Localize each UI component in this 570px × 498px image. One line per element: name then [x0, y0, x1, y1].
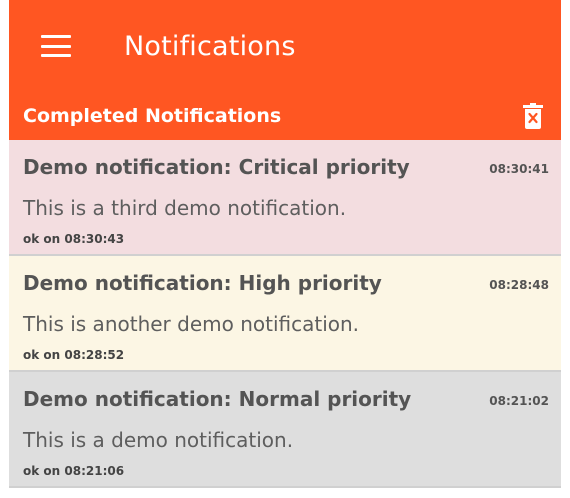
notifications-app: Notifications Completed Notifications De… — [9, 0, 561, 498]
notification-time: 08:21:02 — [489, 394, 549, 408]
notification-ack: ok on 08:30:43 — [23, 232, 125, 246]
notification-body: This is another demo notification. — [23, 312, 360, 336]
notification-item-high[interactable]: Demo notification: High priority 08:28:4… — [9, 256, 561, 372]
completed-section-header: Completed Notifications — [9, 92, 561, 140]
notification-ack: ok on 08:28:52 — [23, 348, 125, 362]
notification-subject: Demo notification: High priority — [23, 271, 382, 295]
notification-item-normal[interactable]: Demo notification: Normal priority 08:21… — [9, 372, 561, 488]
clear-completed-button[interactable] — [518, 101, 548, 131]
menu-bar-top — [41, 35, 71, 38]
notification-item-critical[interactable]: Demo notification: Critical priority 08:… — [9, 140, 561, 256]
notification-body: This is a third demo notification. — [23, 196, 347, 220]
menu-bar-bottom — [41, 54, 71, 57]
page-title: Notifications — [124, 30, 296, 62]
notification-time: 08:28:48 — [489, 278, 549, 292]
notification-list: Demo notification: Critical priority 08:… — [9, 140, 561, 488]
hamburger-menu-icon[interactable] — [41, 35, 71, 57]
notification-subject: Demo notification: Normal priority — [23, 387, 412, 411]
notification-ack: ok on 08:21:06 — [23, 464, 125, 478]
notification-body: This is a demo notification. — [23, 428, 294, 452]
notification-time: 08:30:41 — [489, 162, 549, 176]
section-title: Completed Notifications — [23, 105, 282, 127]
notification-subject: Demo notification: Critical priority — [23, 155, 410, 179]
trash-delete-icon — [523, 103, 543, 129]
menu-bar-middle — [41, 44, 71, 48]
toolbar: Notifications — [9, 0, 561, 92]
